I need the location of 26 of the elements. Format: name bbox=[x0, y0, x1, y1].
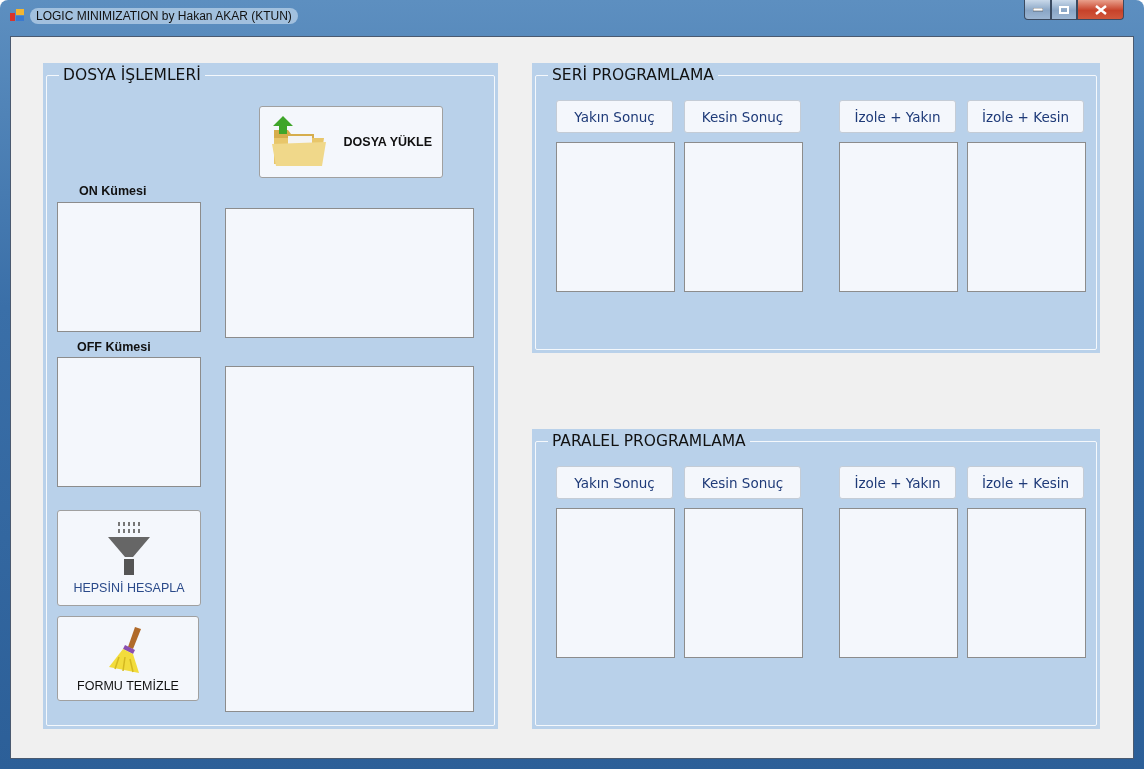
maximize-button[interactable] bbox=[1051, 0, 1077, 20]
result-button[interactable]: Yakın Sonuç bbox=[556, 100, 673, 133]
result-button[interactable]: İzole + Yakın bbox=[839, 466, 956, 499]
on-set-label: ON Kümesi bbox=[79, 184, 148, 198]
result-button[interactable]: Kesin Sonuç bbox=[684, 466, 801, 499]
calculate-button[interactable]: HEPSİNİ HESAPLA bbox=[57, 510, 201, 606]
clear-button[interactable]: FORMU TEMİZLE bbox=[57, 616, 199, 701]
result-button[interactable]: İzole + Yakın bbox=[839, 100, 956, 133]
load-file-button[interactable]: DOSYA YÜKLE bbox=[259, 106, 443, 178]
minimize-button[interactable] bbox=[1024, 0, 1051, 20]
window-title: LOGIC MINIMIZATION by Hakan AKAR (KTUN) bbox=[30, 8, 298, 24]
panel-title: DOSYA İŞLEMLERİ bbox=[62, 66, 202, 84]
funnel-icon bbox=[106, 521, 152, 577]
maximize-icon bbox=[1059, 5, 1069, 14]
minimize-icon bbox=[1032, 7, 1043, 12]
close-icon bbox=[1094, 4, 1107, 15]
panel-title: PARALEL PROGRAMLAMA bbox=[551, 432, 747, 450]
close-button[interactable] bbox=[1077, 0, 1124, 20]
panel-title: SERİ PROGRAMLAMA bbox=[551, 66, 715, 84]
result-button[interactable]: Yakın Sonuç bbox=[556, 466, 673, 499]
result-button[interactable]: İzole + Kesin bbox=[967, 100, 1084, 133]
app-icon bbox=[10, 8, 24, 22]
result-button[interactable]: İzole + Kesin bbox=[967, 466, 1084, 499]
folder-icon bbox=[270, 116, 328, 168]
off-set-label: OFF Kümesi bbox=[77, 340, 152, 354]
result-button[interactable]: Kesin Sonuç bbox=[684, 100, 801, 133]
